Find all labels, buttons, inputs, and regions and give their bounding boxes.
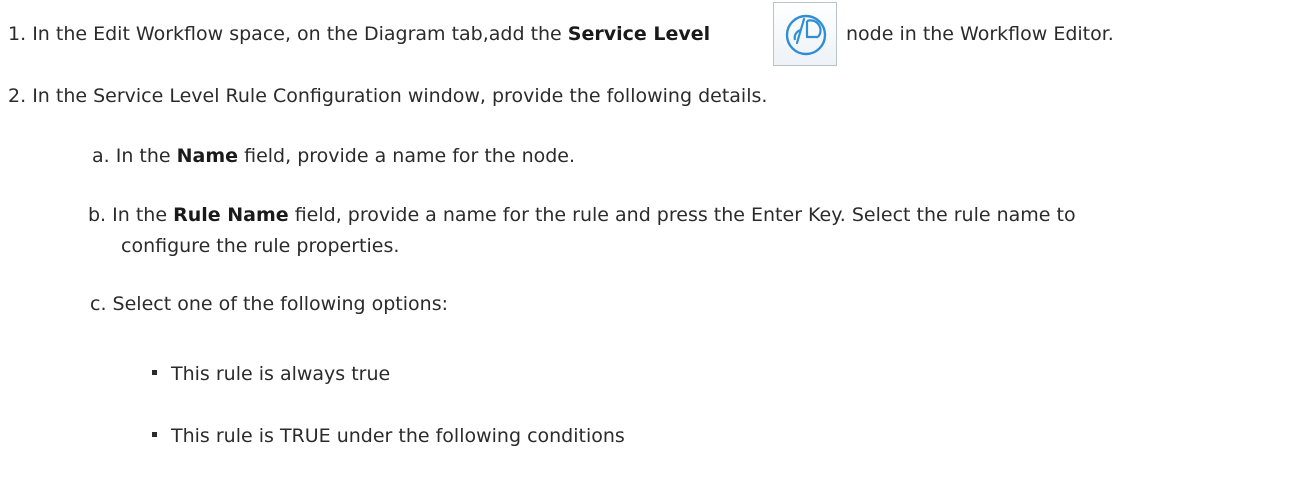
bullet-icon xyxy=(152,432,157,437)
substep-suffix: field, provide a name for the rule and p… xyxy=(294,204,1076,226)
step-1-suffix: node in the Workflow Editor. xyxy=(846,20,1114,48)
substep-suffix: field, provide a name for the node. xyxy=(244,145,576,167)
step-2: 2. In the Service Level Rule Configurati… xyxy=(8,82,767,110)
step-text-after: node in the Workflow Editor. xyxy=(846,23,1114,45)
substep-letter: c. xyxy=(90,293,107,315)
substep-continuation-text: configure the rule properties. xyxy=(121,235,400,257)
substep-b-continuation: configure the rule properties. xyxy=(121,232,399,260)
step-number: 2. xyxy=(8,85,27,107)
rule-name-field-label: Rule Name xyxy=(173,204,289,226)
bullet-icon xyxy=(152,370,157,375)
substep-c: c. Select one of the following options: xyxy=(90,290,448,318)
substep-text: Select one of the following options: xyxy=(112,293,449,315)
step-text: In the Service Level Rule Configuration … xyxy=(32,85,768,107)
step-number: 1. xyxy=(8,23,27,45)
step-text-before: In the Edit Workflow space, on the Diagr… xyxy=(32,23,562,45)
option-text: This rule is always true xyxy=(171,363,391,385)
substep-prefix: In the xyxy=(115,145,171,167)
name-field-label: Name xyxy=(176,145,239,167)
service-level-node-icon xyxy=(773,2,837,66)
substep-prefix: In the xyxy=(112,204,168,226)
substep-letter: a. xyxy=(92,145,110,167)
step-1: 1. In the Edit Workflow space, on the Di… xyxy=(8,20,710,48)
option-item: This rule is TRUE under the following co… xyxy=(152,422,625,450)
option-text: This rule is TRUE under the following co… xyxy=(171,425,625,447)
option-item: This rule is always true xyxy=(152,360,390,388)
service-level-label: Service Level xyxy=(567,23,711,45)
substep-a: a. In the Name field, provide a name for… xyxy=(92,142,575,170)
substep-letter: b. xyxy=(88,204,107,226)
substep-b: b. In the Rule Name field, provide a nam… xyxy=(88,201,1076,229)
